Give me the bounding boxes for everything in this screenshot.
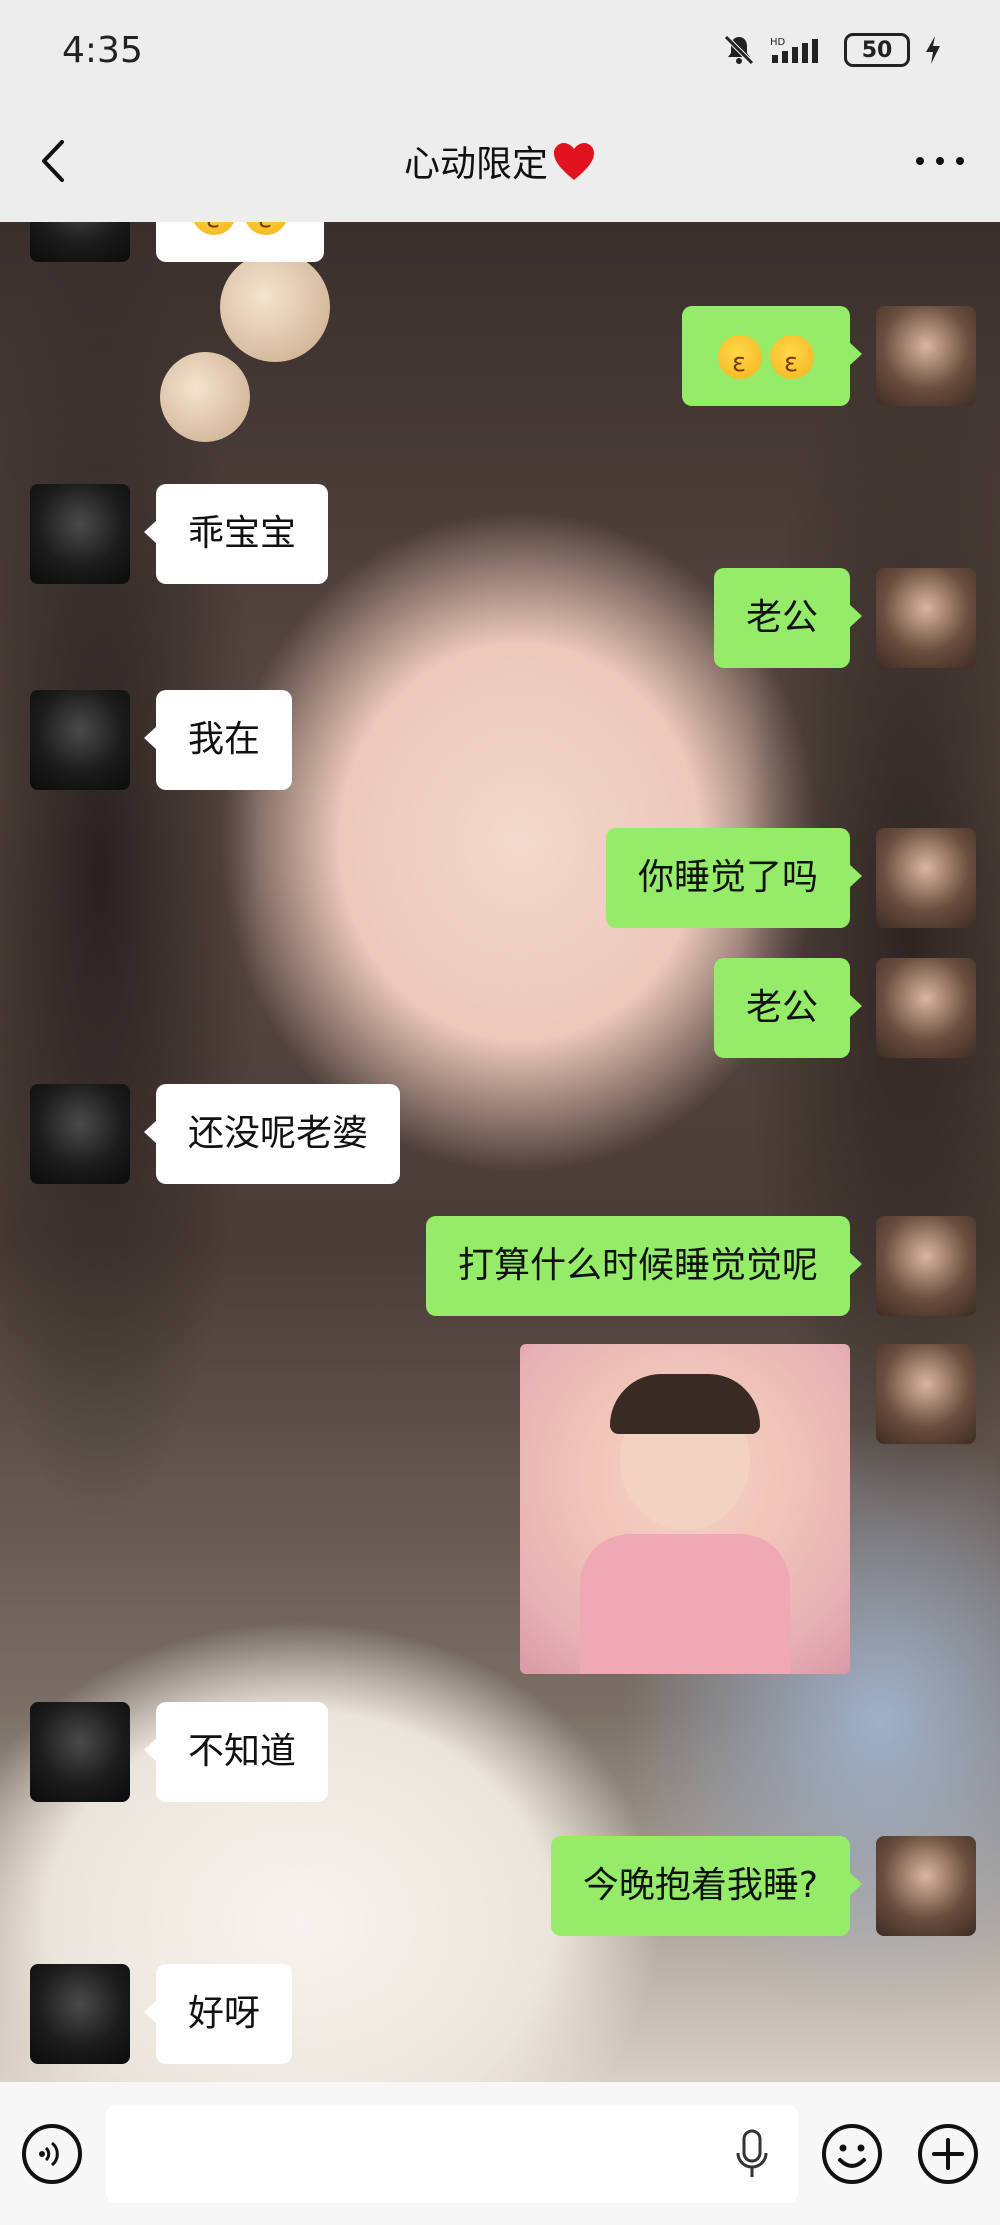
input-bar <box>0 2082 1000 2225</box>
chat-background: 乖宝宝 老公 我在 你睡觉了吗 老公 还没呢老婆 打算什么时候睡觉觉呢 <box>0 222 1000 2082</box>
message-received[interactable]: 好呀 <box>30 1964 293 2064</box>
battery-level: 50 <box>861 37 893 63</box>
battery-indicator: 50 <box>844 33 910 67</box>
message-received[interactable]: 还没呢老婆 <box>30 1084 401 1184</box>
avatar[interactable] <box>876 828 976 928</box>
message-sent[interactable]: 你睡觉了吗 <box>605 828 976 928</box>
message-bubble[interactable]: 好呀 <box>143 1964 293 2064</box>
emoji-icon <box>718 335 762 387</box>
message-sent[interactable]: 老公 <box>713 568 976 668</box>
status-time: 4:35 <box>62 29 143 71</box>
avatar[interactable] <box>876 568 976 668</box>
message-input-wrap <box>106 2104 798 2203</box>
chat-title: 心动限定 <box>403 144 548 185</box>
heart-icon <box>554 143 594 180</box>
emoji-icon <box>244 222 288 243</box>
message-bubble[interactable]: 老公 <box>713 568 863 668</box>
message-bubble[interactable]: 还没呢老婆 <box>143 1084 401 1184</box>
message-bubble[interactable]: 不知道 <box>143 1702 329 1802</box>
plus-icon[interactable] <box>916 2122 980 2186</box>
avatar[interactable] <box>30 484 130 584</box>
signal-icon: HD <box>770 37 818 63</box>
more-icon[interactable] <box>910 136 970 186</box>
background-photo-part <box>160 352 250 442</box>
message-bubble[interactable]: 我在 <box>143 690 293 790</box>
message-received[interactable]: 我在 <box>30 690 293 790</box>
message-received[interactable]: 不知道 <box>30 1702 329 1802</box>
voice-icon[interactable] <box>20 2122 84 2186</box>
emoji-icon <box>770 335 814 387</box>
message-bubble[interactable] <box>156 222 324 262</box>
message-bubble[interactable]: 打算什么时候睡觉觉呢 <box>425 1216 863 1316</box>
message-sent[interactable] <box>520 1344 976 1674</box>
avatar[interactable] <box>30 1964 130 2064</box>
message-bubble[interactable]: 你睡觉了吗 <box>605 828 863 928</box>
sticker-part <box>580 1534 790 1674</box>
emoji-icon <box>192 222 236 243</box>
avatar[interactable] <box>30 222 130 262</box>
bell-off-icon <box>724 35 754 65</box>
status-bar: 4:35 HD 50 <box>0 0 1000 100</box>
chat-title-wrap: 心动限定 <box>404 135 596 187</box>
message-input[interactable] <box>106 2104 798 2203</box>
message-bubble[interactable] <box>682 306 862 406</box>
avatar[interactable] <box>876 958 976 1058</box>
chat-header: 心动限定 <box>0 100 1000 222</box>
message-sent[interactable]: 今晚抱着我睡? <box>550 1836 976 1936</box>
avatar[interactable] <box>30 1084 130 1184</box>
sticker-part <box>610 1374 760 1434</box>
status-icons: HD 50 <box>722 33 942 67</box>
chevron-left-icon[interactable] <box>30 136 80 186</box>
message-bubble[interactable]: 乖宝宝 <box>143 484 329 584</box>
avatar[interactable] <box>876 1344 976 1444</box>
message-sent[interactable]: 老公 <box>713 958 976 1058</box>
emoji-icon[interactable] <box>820 2122 884 2186</box>
message-received[interactable] <box>30 222 324 262</box>
avatar[interactable] <box>30 1702 130 1802</box>
sticker-image[interactable] <box>520 1344 850 1674</box>
message-bubble[interactable]: 老公 <box>713 958 863 1058</box>
message-bubble[interactable]: 今晚抱着我睡? <box>550 1836 863 1936</box>
avatar[interactable] <box>876 1836 976 1936</box>
message-sent[interactable] <box>682 306 976 406</box>
svg-text:HD: HD <box>770 37 786 48</box>
input-actions <box>820 2122 980 2186</box>
avatar[interactable] <box>30 690 130 790</box>
mic-icon[interactable] <box>734 2129 770 2181</box>
bolt-icon <box>926 36 940 64</box>
message-sent[interactable]: 打算什么时候睡觉觉呢 <box>425 1216 976 1316</box>
avatar[interactable] <box>876 1216 976 1316</box>
avatar[interactable] <box>876 306 976 406</box>
message-received[interactable]: 乖宝宝 <box>30 484 329 584</box>
background-photo-part <box>220 252 330 362</box>
